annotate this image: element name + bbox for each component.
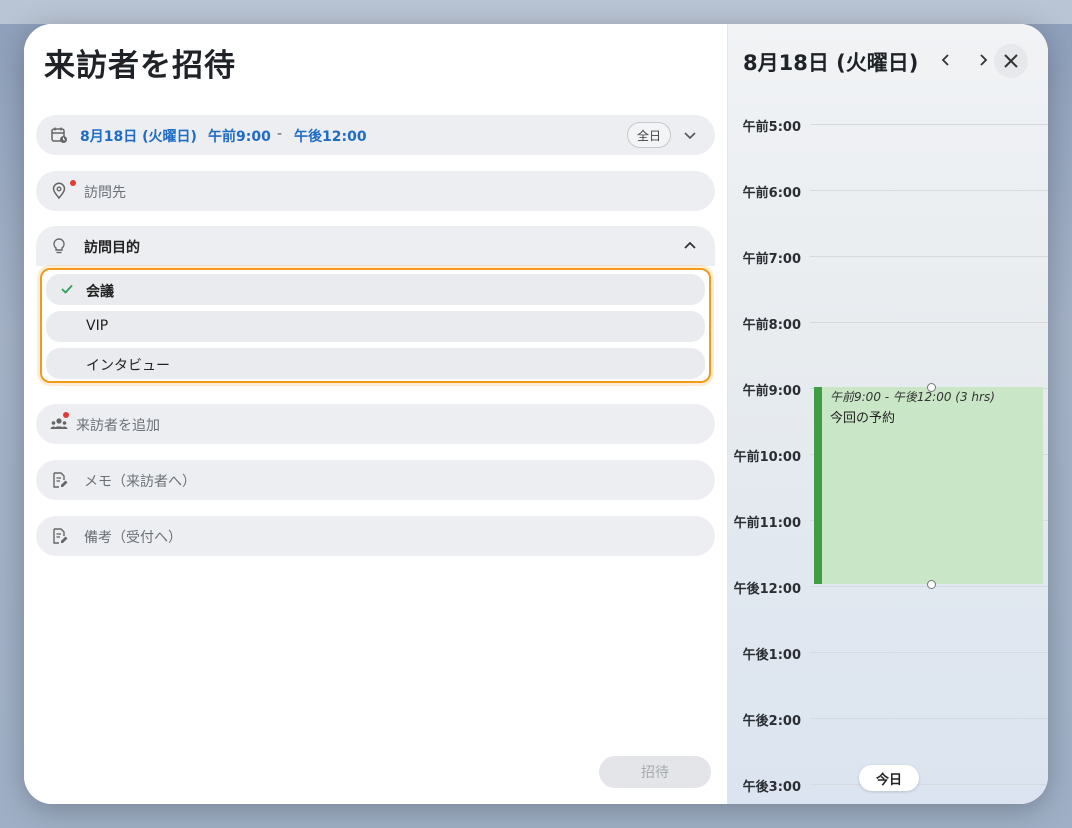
purpose-dropdown: 会議 VIP インタビュー (40, 268, 711, 383)
hour-label: 午後1:00 (742, 648, 801, 663)
time-separator: - (277, 126, 283, 142)
purpose-option[interactable]: 会議 (46, 274, 705, 305)
chevron-right-icon[interactable] (975, 51, 991, 69)
chevron-up-icon[interactable] (683, 239, 697, 253)
chevron-down-icon[interactable] (683, 128, 697, 142)
hour-label: 午前10:00 (733, 450, 801, 465)
calendar-clock-icon (51, 127, 67, 143)
datetime-field[interactable]: 8月18日 (火曜日) 午前9:00 - 午後12:00 全日 (36, 115, 715, 155)
event-resize-handle-bottom[interactable] (927, 580, 936, 589)
hour-row: 午前6:00 (728, 182, 1048, 202)
hour-gridline (810, 124, 1048, 125)
hour-label: 午後2:00 (742, 714, 801, 729)
hour-label: 午前6:00 (742, 186, 801, 201)
hour-row: 午前8:00 (728, 314, 1048, 334)
purpose-option-label: VIP (86, 318, 109, 334)
invite-form-panel: 来訪者を招待 8月18日 (火曜日) 午前9:00 - 午後12:00 全日 訪… (24, 24, 727, 804)
hour-row: 午後2:00 (728, 710, 1048, 730)
page-title: 来訪者を招待 (44, 48, 236, 84)
hour-gridline (810, 652, 1048, 653)
reception-note-placeholder: 備考（受付へ） (84, 530, 182, 546)
end-time-value[interactable]: 午後12:00 (294, 126, 367, 146)
required-indicator (63, 412, 69, 418)
add-visitor-placeholder: 来訪者を追加 (76, 418, 160, 434)
hour-gridline (810, 256, 1048, 257)
invite-button[interactable]: 招待 (599, 756, 711, 788)
event-resize-handle-top[interactable] (927, 383, 936, 392)
hour-gridline (810, 190, 1048, 191)
note-edit-icon (53, 472, 68, 488)
purpose-option[interactable]: インタビュー (46, 348, 705, 379)
purpose-label: 訪問目的 (84, 240, 140, 256)
memo-field[interactable]: メモ（来訪者へ） (36, 460, 715, 500)
location-placeholder: 訪問先 (84, 185, 126, 201)
purpose-select[interactable]: 訪問目的 (36, 226, 715, 266)
lightbulb-icon (53, 238, 65, 254)
note-edit-icon (53, 528, 68, 544)
start-time-value[interactable]: 午前9:00 (208, 126, 271, 146)
hour-label: 午前9:00 (742, 384, 801, 399)
hour-label: 午前7:00 (742, 252, 801, 267)
hour-label: 午前5:00 (742, 120, 801, 135)
calendar-panel: 8月18日 (火曜日) 午前5:00 午前6:00 午前7:00 午前8:00 午前9:… (727, 24, 1048, 804)
hour-gridline (810, 784, 1048, 785)
allday-toggle[interactable]: 全日 (627, 122, 671, 148)
close-icon (1004, 54, 1018, 68)
reception-note-field[interactable]: 備考（受付へ） (36, 516, 715, 556)
purpose-option-label: 会議 (86, 284, 114, 300)
date-value[interactable]: 8月18日 (火曜日) (80, 126, 197, 146)
chevron-left-icon[interactable] (938, 51, 954, 69)
purpose-option[interactable]: VIP (46, 311, 705, 342)
required-indicator (70, 180, 76, 186)
calendar-event[interactable]: 午前9:00 - 午後12:00 (3 hrs) 今回の予約 (814, 387, 1043, 584)
event-time-range: 午前9:00 - 午後12:00 (3 hrs) (830, 390, 995, 404)
event-title: 今回の予約 (830, 411, 896, 426)
today-button[interactable]: 今日 (859, 765, 919, 791)
hour-row: 午前7:00 (728, 248, 1048, 268)
location-pin-icon (52, 182, 66, 200)
hour-row: 午後1:00 (728, 644, 1048, 664)
purpose-option-label: インタビュー (86, 358, 170, 374)
hour-label: 午後3:00 (742, 780, 801, 795)
memo-placeholder: メモ（来訪者へ） (84, 474, 196, 490)
hour-row: 午前5:00 (728, 116, 1048, 136)
add-visitor-field[interactable]: 来訪者を追加 (36, 404, 715, 444)
invite-visitor-dialog: 来訪者を招待 8月18日 (火曜日) 午前9:00 - 午後12:00 全日 訪… (24, 24, 1048, 804)
background-app-footer (0, 804, 1072, 828)
calendar-date-title: 8月18日 (火曜日) (743, 51, 919, 75)
hour-label: 午前11:00 (733, 516, 801, 531)
hour-label: 午前8:00 (742, 318, 801, 333)
close-button[interactable] (994, 44, 1028, 78)
hour-label: 午後12:00 (733, 582, 801, 597)
hour-gridline (810, 718, 1048, 719)
hour-gridline (810, 322, 1048, 323)
check-icon (61, 284, 73, 294)
background-app-header (0, 0, 1072, 24)
location-field[interactable]: 訪問先 (36, 171, 715, 211)
